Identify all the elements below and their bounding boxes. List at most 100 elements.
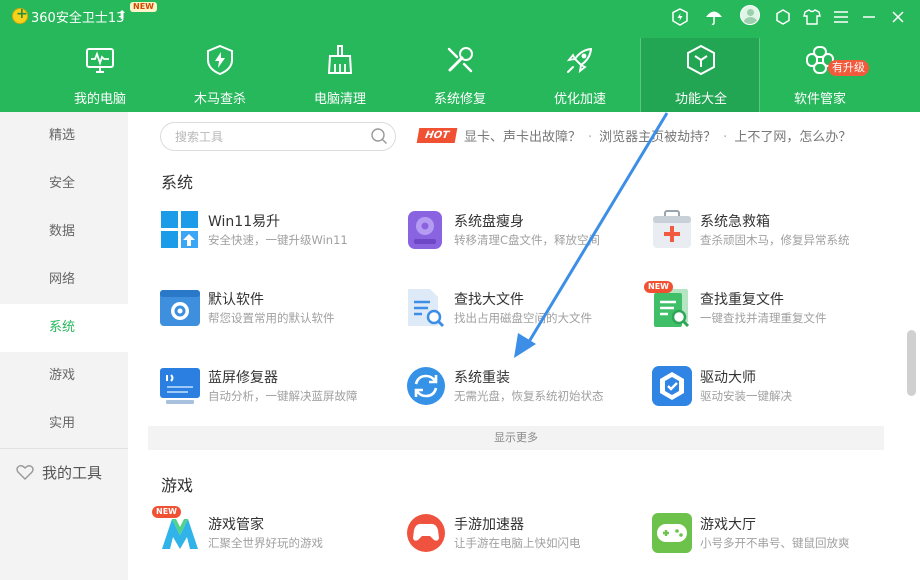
tool-desc: 找出占用磁盘空间的大文件 — [454, 311, 592, 325]
tool-name: 查找大文件 — [454, 292, 524, 308]
hot-link-sound-card[interactable]: 显卡、声卡出故障？ — [464, 130, 581, 145]
tool-system-reinstall[interactable]: 系统重装 无需光盘，恢复系统初始状态 — [406, 366, 636, 410]
tool-game-hall[interactable]: 游戏大厅 小号多开不串号、键鼠回放爽 — [652, 513, 882, 557]
tool-mobile-game-booster[interactable]: 手游加速器 让手游在电脑上快如闪电 — [406, 513, 636, 557]
nav-feature-hub[interactable]: 功能大全 — [640, 38, 760, 112]
hot-link-browser-hijack[interactable]: 浏览器主页被劫持？ — [599, 130, 716, 145]
tool-name: 查找重复文件 — [700, 292, 784, 308]
skin-icon[interactable] — [772, 6, 794, 28]
tool-name: 蓝屏修复器 — [208, 370, 278, 386]
nav-trojan-scan[interactable]: 木马查杀 — [160, 38, 280, 112]
tool-game-manager[interactable]: NEW 游戏管家 汇聚全世界好玩的游戏 — [152, 506, 390, 557]
shield-badge-icon[interactable] — [669, 6, 691, 28]
avatar[interactable] — [740, 5, 760, 25]
app-logo — [12, 6, 28, 24]
tool-disk-slim[interactable]: 系统盘瘦身 转移清理C盘文件，释放空间 — [406, 210, 636, 254]
sidebar-item-system[interactable]: 系统 — [0, 304, 128, 352]
shirt-icon[interactable] — [801, 6, 823, 28]
heart-icon — [16, 465, 34, 480]
bluescreen-icon — [160, 368, 200, 404]
sidebar-item-games[interactable]: 游戏 — [0, 352, 128, 400]
sidebar-item-utilities[interactable]: 实用 — [0, 400, 128, 448]
hot-separator: · — [723, 130, 728, 145]
nav-label: 系统修复 — [433, 92, 486, 107]
section-title-games: 游戏 — [161, 476, 194, 495]
minimize-icon[interactable] — [858, 6, 880, 28]
sidebar-item-featured[interactable]: 精选 — [0, 112, 128, 160]
my-tools-label: 我的工具 — [42, 463, 103, 482]
tool-desc: 帮您设置常用的默认软件 — [208, 311, 335, 325]
tool-find-large-files[interactable]: 查找大文件 找出占用磁盘空间的大文件 — [406, 288, 636, 332]
search-box — [160, 122, 396, 151]
app-title: 360安全卫士13 — [31, 11, 125, 26]
category-sidebar: 精选 安全 数据 网络 系统 游戏 实用 我的工具 — [0, 112, 128, 580]
tool-find-duplicates[interactable]: NEW 查找重复文件 一键查找并清理重复文件 — [644, 281, 882, 332]
tool-desc: 汇聚全世界好玩的游戏 — [208, 536, 323, 550]
tool-desc: 小号多开不串号、键鼠回放爽 — [700, 536, 850, 550]
hot-separator: · — [588, 130, 593, 145]
tool-name: 手游加速器 — [454, 517, 524, 533]
new-version-tag: NEW — [130, 2, 157, 12]
tool-bluescreen-fix[interactable]: 蓝屏修复器 自动分析，一键解决蓝屏故障 — [160, 366, 390, 410]
reinstall-icon — [407, 367, 445, 405]
tool-name: 默认软件 — [208, 292, 264, 308]
nav-label: 优化加速 — [553, 92, 606, 107]
sidebar-divider — [0, 448, 128, 449]
my-tools-link[interactable]: 我的工具 — [16, 460, 102, 484]
upgrade-arrow-icon[interactable]: ⬆ — [117, 8, 127, 22]
top-header: 360安全卫士13 ⬆ NEW 我的电脑 — [0, 0, 920, 112]
tool-name: 游戏大厅 — [700, 517, 756, 533]
section-title-system: 系统 — [161, 173, 194, 192]
rocket-icon — [566, 47, 593, 74]
close-icon[interactable] — [887, 6, 909, 28]
tool-name: 游戏管家 — [208, 517, 264, 533]
tool-desc: 无需光盘，恢复系统初始状态 — [454, 389, 604, 403]
nav-label: 我的电脑 — [73, 92, 126, 107]
menu-icon[interactable] — [830, 6, 852, 28]
tool-name: Win11易升 — [208, 214, 281, 230]
find-file-icon — [408, 289, 445, 328]
nav-label: 功能大全 — [674, 92, 727, 107]
hot-links: 显卡、声卡出故障？ · 浏览器主页被劫持？ · 上不了网，怎么办？ — [464, 126, 851, 145]
search-input[interactable] — [175, 128, 365, 146]
game-manager-icon — [162, 519, 198, 549]
nav-my-computer[interactable]: 我的电脑 — [40, 38, 160, 112]
tool-desc: 安全快速，一键升级Win11 — [208, 233, 348, 247]
tool-driver-master[interactable]: 驱动大师 驱动安装一键解决 — [652, 366, 882, 410]
upgrade-badge: 有升级 — [828, 60, 869, 76]
tool-name: 系统急救箱 — [700, 214, 770, 230]
nav-cleanup[interactable]: 电脑清理 — [280, 38, 400, 112]
disk-icon — [408, 211, 442, 249]
nav-label: 软件管家 — [793, 92, 846, 107]
driver-icon — [652, 366, 692, 406]
vertical-scrollbar-thumb[interactable] — [907, 330, 916, 396]
search-icon[interactable] — [370, 127, 388, 145]
monitor-icon — [86, 48, 114, 73]
broom-icon — [327, 45, 353, 74]
hot-link-no-internet[interactable]: 上不了网，怎么办？ — [734, 130, 851, 145]
gamepad-round-icon — [407, 514, 445, 552]
tool-win11-upgrade[interactable]: Win11易升 安全快速，一键升级Win11 — [160, 210, 390, 254]
title-bar: 360安全卫士13 ⬆ NEW — [0, 0, 920, 34]
new-badge: NEW — [644, 281, 673, 293]
nav-optimize[interactable]: 优化加速 — [520, 38, 640, 112]
tool-first-aid[interactable]: 系统急救箱 查杀顽固木马，修复异常系统 — [652, 210, 882, 254]
nav-label: 电脑清理 — [313, 92, 366, 107]
sidebar-item-network[interactable]: 网络 — [0, 256, 128, 304]
show-more-button[interactable]: 显示更多 — [148, 426, 884, 450]
nav-software-manager[interactable]: 有升级 软件管家 — [760, 38, 880, 112]
tool-desc: 驱动安装一键解决 — [700, 389, 792, 403]
sidebar-item-data[interactable]: 数据 — [0, 208, 128, 256]
tool-default-software[interactable]: 默认软件 帮您设置常用的默认软件 — [160, 288, 390, 332]
sidebar-item-security[interactable]: 安全 — [0, 160, 128, 208]
gear-window-icon — [160, 290, 200, 326]
tool-desc: 让手游在电脑上快如闪电 — [454, 536, 581, 550]
tool-desc: 自动分析，一键解决蓝屏故障 — [208, 389, 358, 403]
hot-tag: HOT — [416, 128, 458, 143]
wrench-icon — [447, 47, 473, 73]
tool-desc: 转移清理C盘文件，释放空间 — [454, 233, 601, 247]
tool-name: 系统盘瘦身 — [454, 214, 524, 230]
main-nav: 我的电脑 木马查杀 电脑清理 系统修复 优化加速 功能大全 有升级 软件管家 — [40, 38, 880, 112]
umbrella-icon[interactable] — [703, 6, 725, 28]
nav-system-repair[interactable]: 系统修复 — [400, 38, 520, 112]
